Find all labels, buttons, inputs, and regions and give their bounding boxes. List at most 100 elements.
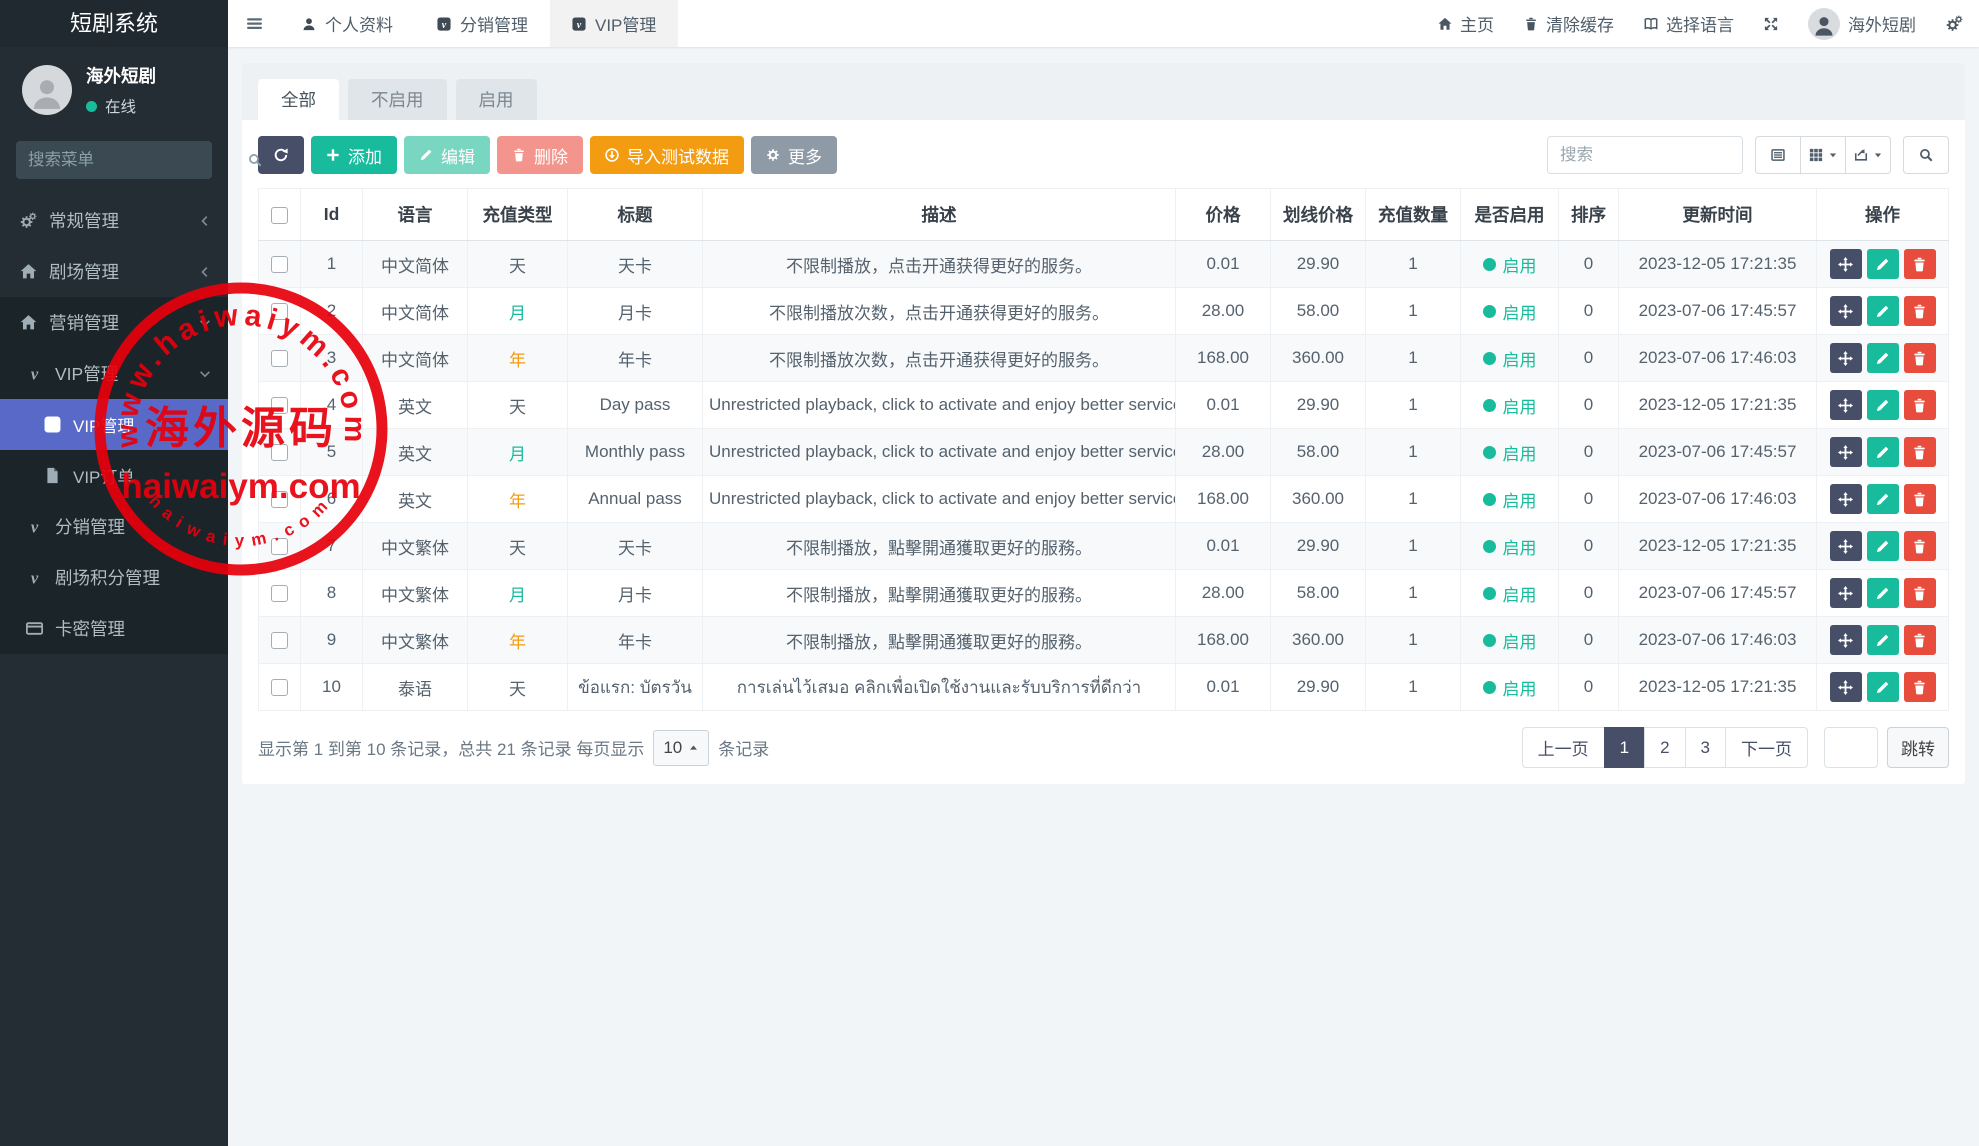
- table-search-input[interactable]: [1547, 136, 1743, 174]
- add-button[interactable]: 添加: [311, 136, 397, 174]
- select-all-checkbox[interactable]: [271, 207, 288, 224]
- vimeo-square-icon: [44, 416, 61, 433]
- import-test-data-button[interactable]: 导入测试数据: [590, 136, 744, 174]
- row-drag-button[interactable]: [1830, 390, 1862, 420]
- row-checkbox[interactable]: [271, 538, 288, 555]
- toolbar-right: [1547, 136, 1949, 174]
- page-button-1[interactable]: 1: [1604, 727, 1645, 768]
- row-edit-button[interactable]: [1867, 578, 1899, 608]
- row-edit-button[interactable]: [1867, 296, 1899, 326]
- edit-button[interactable]: 编辑: [404, 136, 490, 174]
- row-delete-button[interactable]: [1904, 578, 1936, 608]
- cell-updated: 2023-07-06 17:45:57: [1619, 288, 1817, 335]
- row-checkbox[interactable]: [271, 350, 288, 367]
- row-drag-button[interactable]: [1830, 578, 1862, 608]
- tab-vip-manage[interactable]: VIP管理: [550, 0, 678, 47]
- row-edit-button[interactable]: [1867, 672, 1899, 702]
- sidebar-item-marketing[interactable]: 营销管理: [0, 297, 228, 348]
- page-button-3[interactable]: 3: [1685, 727, 1726, 768]
- prev-page-button[interactable]: 上一页: [1522, 727, 1605, 768]
- filter-tab-disabled[interactable]: 不启用: [348, 79, 447, 120]
- row-drag-button[interactable]: [1830, 437, 1862, 467]
- row-checkbox[interactable]: [271, 397, 288, 414]
- row-delete-button[interactable]: [1904, 531, 1936, 561]
- advanced-search-button[interactable]: [1903, 136, 1949, 174]
- row-drag-button[interactable]: [1830, 343, 1862, 373]
- row-edit-button[interactable]: [1867, 390, 1899, 420]
- delete-button[interactable]: 删除: [497, 136, 583, 174]
- sidebar-item-general[interactable]: 常规管理: [0, 195, 228, 246]
- vimeo-square-icon: [572, 17, 586, 31]
- row-drag-button[interactable]: [1830, 531, 1862, 561]
- sidebar-item-theater[interactable]: 剧场管理: [0, 246, 228, 297]
- row-delete-button[interactable]: [1904, 296, 1936, 326]
- row-edit-button[interactable]: [1867, 625, 1899, 655]
- sidebar-item-distribution[interactable]: 分销管理: [0, 501, 228, 552]
- row-drag-button[interactable]: [1830, 484, 1862, 514]
- row-delete-button[interactable]: [1904, 249, 1936, 279]
- home-link[interactable]: 主页: [1438, 11, 1494, 36]
- settings-button[interactable]: [1946, 15, 1963, 32]
- page-button-2[interactable]: 2: [1644, 727, 1685, 768]
- cell-line-price: 29.90: [1271, 523, 1366, 570]
- row-delete-button[interactable]: [1904, 484, 1936, 514]
- row-checkbox[interactable]: [271, 444, 288, 461]
- detail-view-button[interactable]: [1755, 136, 1801, 174]
- cell-title: 月卡: [568, 288, 703, 335]
- next-page-button[interactable]: 下一页: [1725, 727, 1808, 768]
- sidebar-item-vip-orders[interactable]: VIP订单: [0, 450, 228, 501]
- sidebar-item-vip-manage[interactable]: VIP管理: [0, 399, 228, 450]
- cell-price: 28.00: [1176, 429, 1271, 476]
- menu-toggle-button[interactable]: [228, 0, 280, 47]
- row-drag-button[interactable]: [1830, 249, 1862, 279]
- row-checkbox[interactable]: [271, 679, 288, 696]
- cell-recharge-type: 年: [468, 617, 568, 664]
- row-checkbox[interactable]: [271, 585, 288, 602]
- row-edit-button[interactable]: [1867, 484, 1899, 514]
- refresh-button[interactable]: [258, 136, 304, 174]
- user-status: 在线: [86, 95, 156, 117]
- row-checkbox[interactable]: [271, 491, 288, 508]
- filter-tab-all[interactable]: 全部: [258, 79, 339, 120]
- row-delete-button[interactable]: [1904, 672, 1936, 702]
- cell-price: 28.00: [1176, 288, 1271, 335]
- row-edit-button[interactable]: [1867, 343, 1899, 373]
- row-delete-button[interactable]: [1904, 343, 1936, 373]
- row-drag-button[interactable]: [1830, 625, 1862, 655]
- export-button[interactable]: [1845, 136, 1891, 174]
- account-menu[interactable]: 海外短剧: [1808, 8, 1916, 40]
- row-edit-button[interactable]: [1867, 249, 1899, 279]
- filter-tab-enabled[interactable]: 启用: [456, 79, 537, 120]
- cell-description: Unrestricted playback, click to activate…: [703, 382, 1176, 429]
- jump-button[interactable]: 跳转: [1887, 727, 1949, 768]
- per-page-select[interactable]: 10: [653, 730, 709, 766]
- table-footer: 显示第 1 到第 10 条记录，总共 21 条记录 每页显示 10 条记录 上一…: [258, 727, 1949, 768]
- row-drag-button[interactable]: [1830, 672, 1862, 702]
- trash-icon: [512, 148, 526, 162]
- row-delete-button[interactable]: [1904, 625, 1936, 655]
- pencil-icon: [1875, 445, 1890, 460]
- row-drag-button[interactable]: [1830, 296, 1862, 326]
- language-selector[interactable]: 选择语言: [1644, 11, 1734, 36]
- row-checkbox[interactable]: [271, 256, 288, 273]
- row-delete-button[interactable]: [1904, 390, 1936, 420]
- row-checkbox[interactable]: [271, 632, 288, 649]
- fullscreen-button[interactable]: [1764, 17, 1778, 31]
- row-delete-button[interactable]: [1904, 437, 1936, 467]
- jump-page-input[interactable]: [1824, 727, 1878, 768]
- cell-id: 2: [301, 288, 363, 335]
- columns-button[interactable]: [1800, 136, 1846, 174]
- cell-id: 1: [301, 241, 363, 288]
- cell-sort: 0: [1559, 664, 1619, 711]
- row-edit-button[interactable]: [1867, 437, 1899, 467]
- row-edit-button[interactable]: [1867, 531, 1899, 561]
- sidebar-search-input[interactable]: [28, 151, 248, 170]
- sidebar-item-card-keys[interactable]: 卡密管理: [0, 603, 228, 654]
- sidebar-item-vip-group[interactable]: VIP管理: [0, 348, 228, 399]
- tab-distribution[interactable]: 分销管理: [415, 0, 550, 47]
- tab-profile[interactable]: 个人资料: [280, 0, 415, 47]
- row-checkbox[interactable]: [271, 303, 288, 320]
- clear-cache-button[interactable]: 清除缓存: [1524, 11, 1614, 36]
- sidebar-item-points[interactable]: 剧场积分管理: [0, 552, 228, 603]
- more-button[interactable]: 更多: [751, 136, 837, 174]
